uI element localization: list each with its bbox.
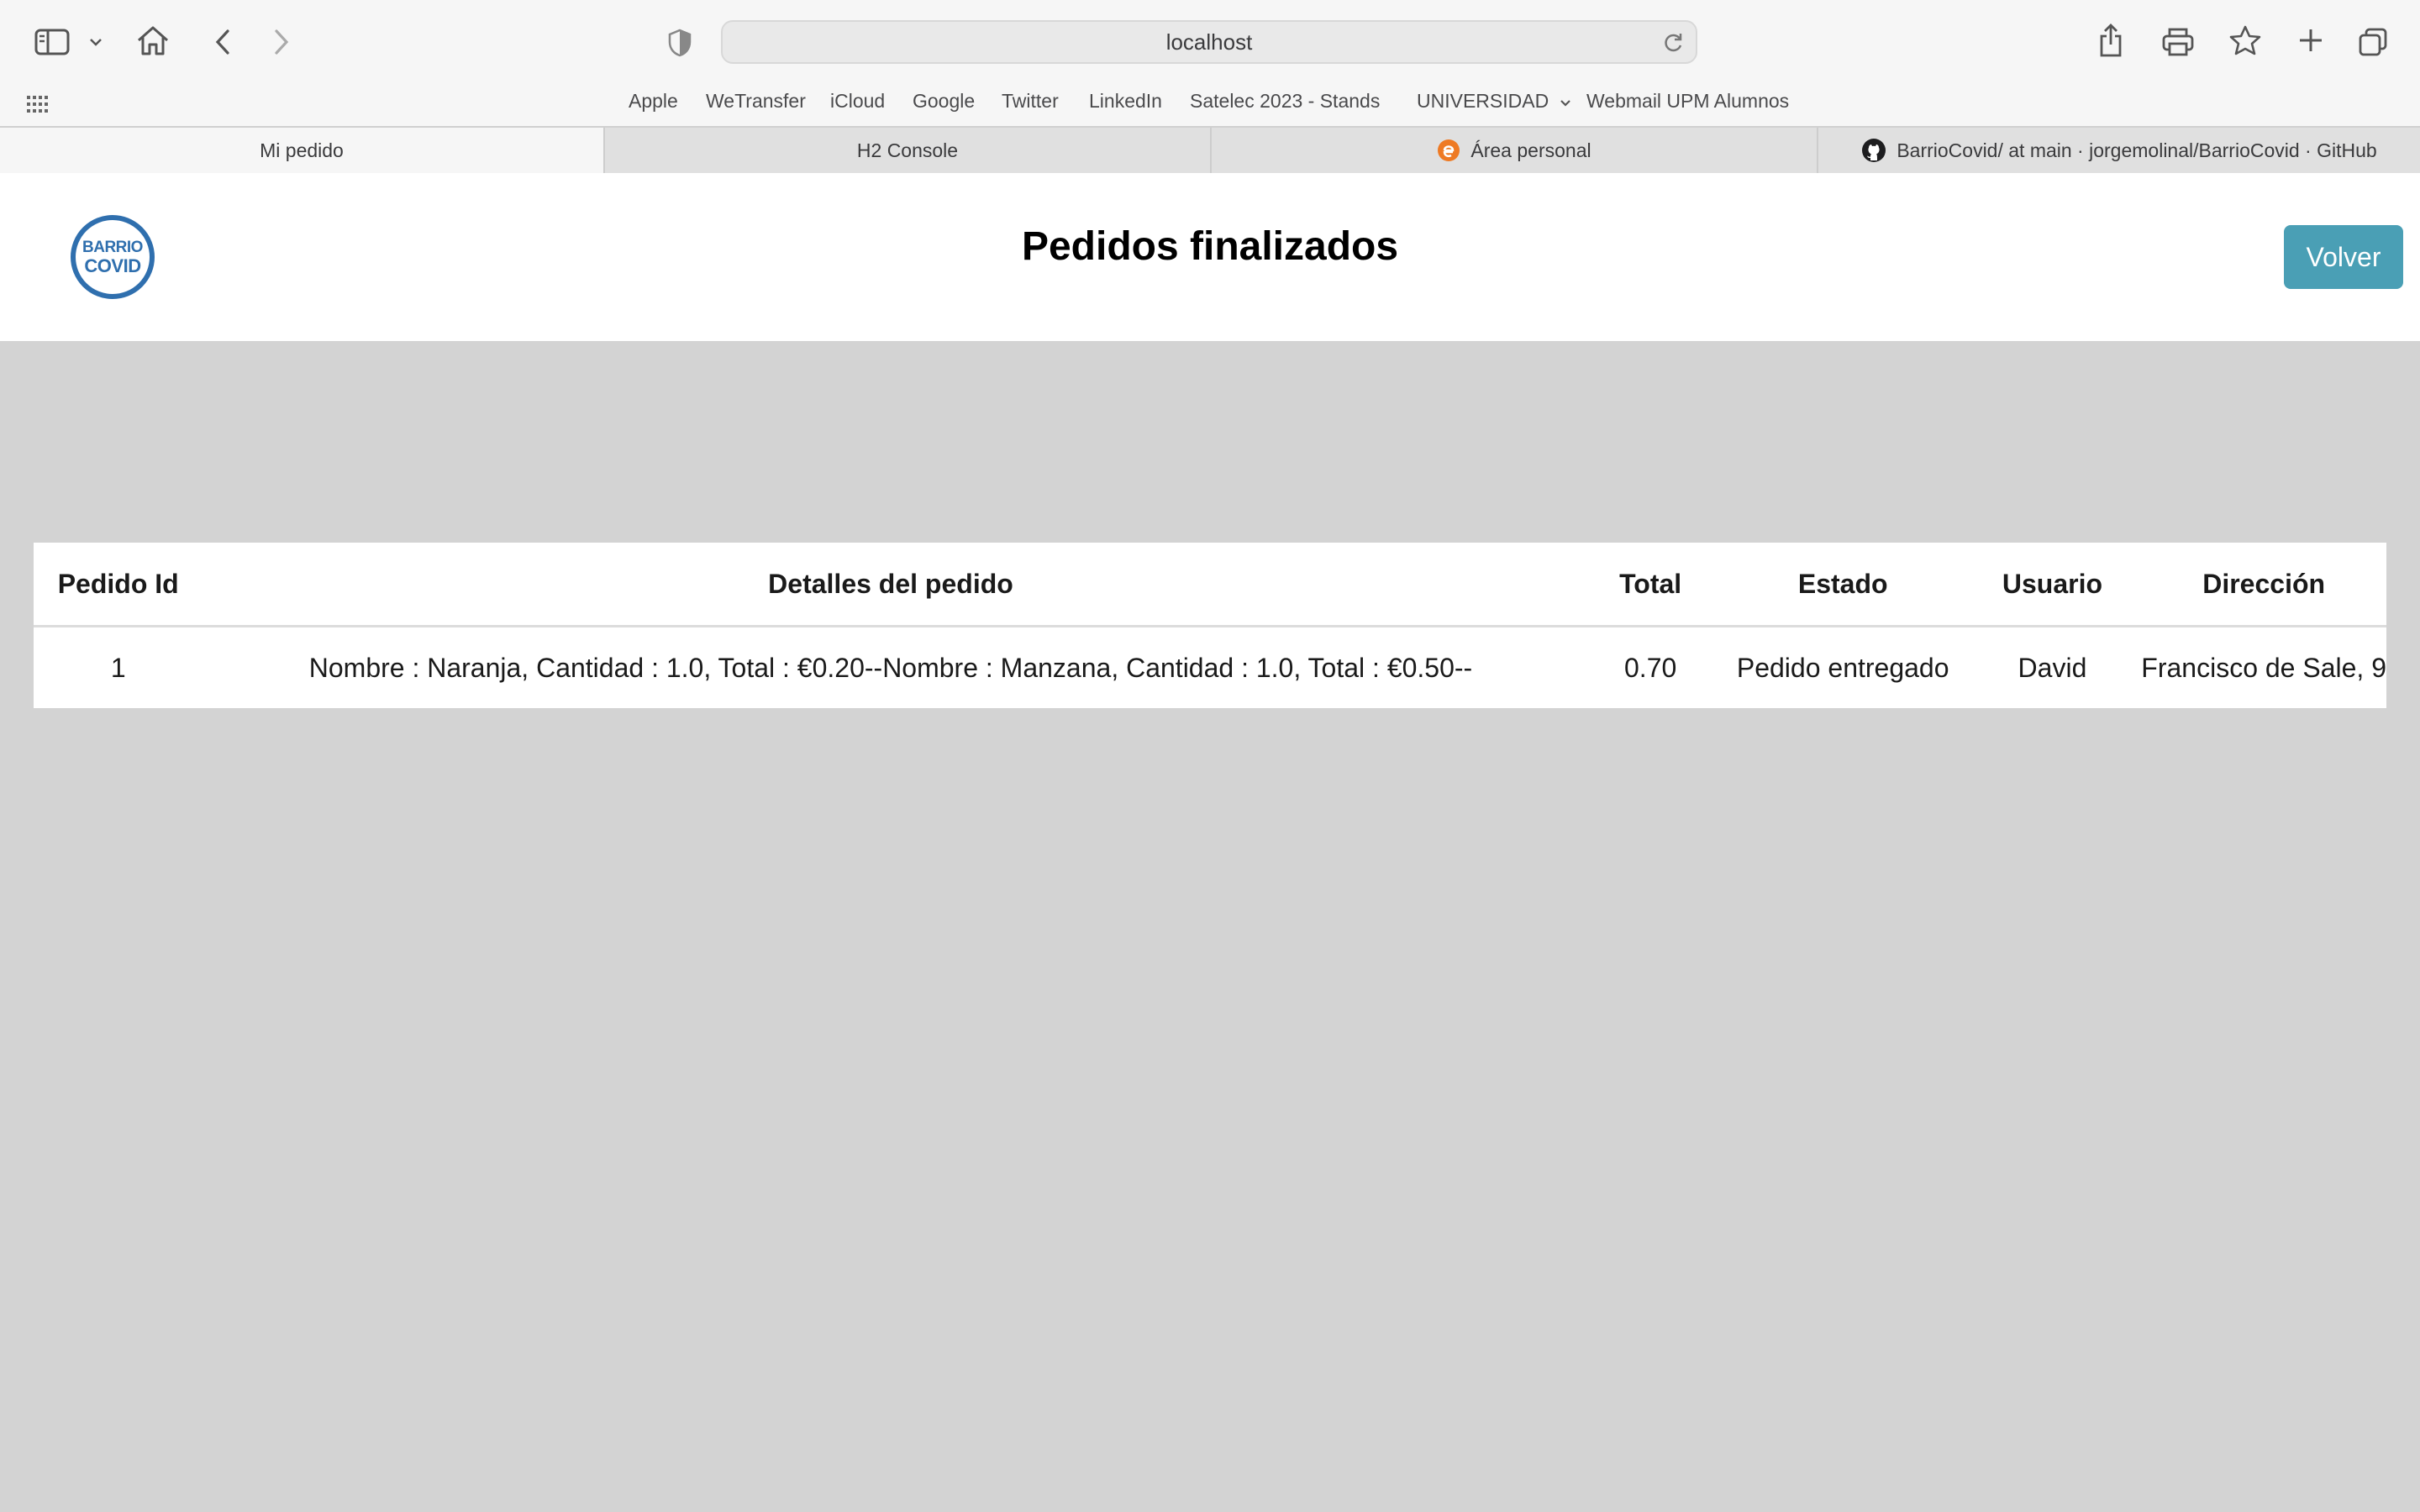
tab-h2-console[interactable]: H2 Console xyxy=(603,128,1210,173)
reload-icon[interactable] xyxy=(1662,31,1684,59)
tab-mi-pedido[interactable]: Mi pedido xyxy=(0,128,603,173)
bookmark-google[interactable]: Google xyxy=(913,86,975,126)
privacy-shield-icon[interactable] xyxy=(666,27,694,59)
page-title: Pedidos finalizados xyxy=(1021,224,1399,269)
table-header-row: Pedido Id Detalles del pedido Total Esta… xyxy=(34,543,2386,627)
bookmark-satelec[interactable]: Satelec 2023 - Stands xyxy=(1190,86,1380,126)
github-icon xyxy=(1861,138,1886,163)
new-tab-plus-icon[interactable] xyxy=(2296,25,2326,55)
bookmark-folder-universidad[interactable]: UNIVERSIDAD xyxy=(1417,86,1571,126)
tab-github-barriocovid[interactable]: BarrioCovid/ at main · jorgemolinal/Barr… xyxy=(1817,128,2420,173)
url-text: localhost xyxy=(1165,29,1253,55)
bookmark-folder-label: UNIVERSIDAD xyxy=(1417,90,1549,112)
cell-detalles: Nombre : Naranja, Cantidad : 1.0, Total … xyxy=(308,652,1473,683)
column-header-direccion: Dirección xyxy=(2141,543,2386,627)
apps-grid-icon[interactable] xyxy=(27,96,49,117)
bookmark-wetransfer[interactable]: WeTransfer xyxy=(706,86,806,126)
volver-button[interactable]: Volver xyxy=(2284,225,2403,289)
browser-toolbar: localhost xyxy=(0,0,2420,86)
cell-usuario: David xyxy=(2018,652,2087,683)
tab-title: Área personal xyxy=(1470,139,1591,161)
orange-e-favicon-icon xyxy=(1437,139,1460,162)
sidebar-toggle-icon[interactable] xyxy=(32,25,72,59)
bookmark-webmail-upm[interactable]: Webmail UPM Alumnos xyxy=(1586,86,1789,126)
tab-title: H2 Console xyxy=(856,139,959,161)
column-header-usuario: Usuario xyxy=(1963,543,2142,627)
column-header-estado: Estado xyxy=(1722,543,1964,627)
tab-strip: Mi pedido H2 Console Área personal Barri… xyxy=(0,126,2420,173)
page-header: BARRIO COVID Pedidos finalizados Volver xyxy=(0,173,2420,341)
tab-area-personal[interactable]: Área personal xyxy=(1210,128,1817,173)
bookmark-star-icon[interactable] xyxy=(2228,24,2262,57)
cell-estado: Pedido entregado xyxy=(1736,652,1949,683)
tab-overview-icon[interactable] xyxy=(2356,25,2390,59)
cell-total: 0.70 xyxy=(1624,652,1677,683)
chevron-down-icon[interactable] xyxy=(86,32,106,52)
print-icon[interactable] xyxy=(2160,25,2196,59)
back-arrow-icon[interactable] xyxy=(210,25,235,59)
bookmark-twitter[interactable]: Twitter xyxy=(1002,86,1059,126)
orders-table: Pedido Id Detalles del pedido Total Esta… xyxy=(34,543,2386,708)
bookmark-apple[interactable]: Apple xyxy=(629,86,678,126)
cell-pedido-id: 1 xyxy=(110,652,126,683)
column-header-pedido-id: Pedido Id xyxy=(34,543,203,627)
column-header-detalles: Detalles del pedido xyxy=(203,543,1579,627)
chevron-down-icon xyxy=(1560,100,1570,107)
address-bar[interactable]: localhost xyxy=(721,20,1697,64)
share-icon[interactable] xyxy=(2096,20,2126,60)
bookmark-linkedin[interactable]: LinkedIn xyxy=(1089,86,1162,126)
table-row: 1 Nombre : Naranja, Cantidad : 1.0, Tota… xyxy=(34,627,2386,709)
column-header-total: Total xyxy=(1578,543,1723,627)
tab-title: BarrioCovid/ at main · jorgemolinal/Barr… xyxy=(1897,139,2377,161)
bookmark-icloud[interactable]: iCloud xyxy=(830,86,885,126)
tab-title: Mi pedido xyxy=(260,139,344,161)
bookmarks-bar: Apple WeTransfer iCloud Google Twitter L… xyxy=(0,86,2420,126)
home-icon[interactable] xyxy=(134,22,171,59)
forward-arrow-icon[interactable] xyxy=(269,25,294,59)
cell-direccion: Francisco de Sale, 9 xyxy=(2141,652,2386,683)
